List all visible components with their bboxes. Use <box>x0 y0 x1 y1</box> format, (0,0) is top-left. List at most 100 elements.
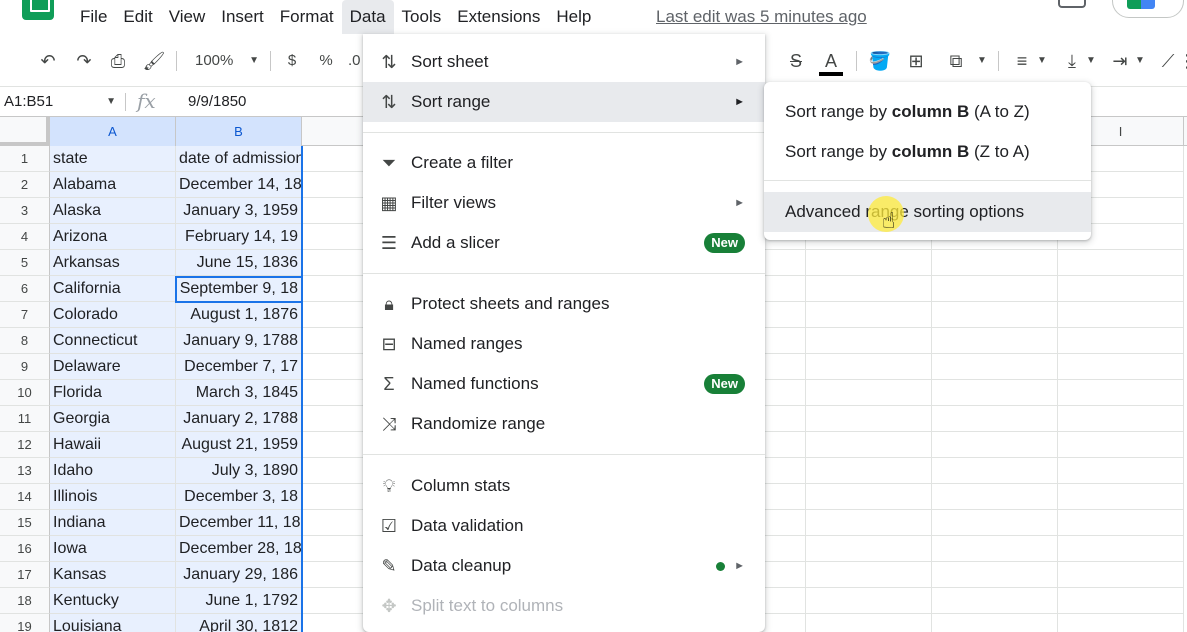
empty-cell[interactable] <box>1058 380 1184 406</box>
row-header[interactable]: 7 <box>0 302 50 328</box>
sheets-logo[interactable] <box>22 0 54 20</box>
cell-admission-date[interactable]: date of admission <box>176 146 304 172</box>
strikethrough-icon[interactable]: S <box>784 38 808 84</box>
cell-state[interactable]: Hawaii <box>50 432 176 458</box>
empty-cell[interactable] <box>806 614 932 632</box>
cell-admission-date[interactable]: December 14, 18 <box>176 172 302 198</box>
empty-cell[interactable] <box>1058 588 1184 614</box>
empty-cell[interactable] <box>932 302 1058 328</box>
menu-item-data-validation[interactable]: ☑ Data validation <box>363 506 765 546</box>
empty-cell[interactable] <box>1058 458 1184 484</box>
cell-state[interactable]: Kansas <box>50 562 176 588</box>
paint-format-icon[interactable]: 🖌 <box>140 38 168 84</box>
cell-admission-date[interactable]: July 3, 1890 <box>176 458 302 484</box>
menu-edit[interactable]: Edit <box>115 0 160 34</box>
empty-cell[interactable] <box>932 250 1058 276</box>
menu-item-sort-b-az[interactable]: Sort range by column B (A to Z) <box>764 92 1091 132</box>
column-header-b[interactable]: B <box>176 117 302 146</box>
menu-insert[interactable]: Insert <box>213 0 272 34</box>
empty-cell[interactable] <box>1058 250 1184 276</box>
empty-cell[interactable] <box>806 302 932 328</box>
cell-admission-date[interactable]: January 3, 1959 <box>176 198 302 224</box>
cell-admission-date[interactable]: March 3, 1845 <box>176 380 302 406</box>
cell-state[interactable]: Idaho <box>50 458 176 484</box>
menu-data[interactable]: Data <box>341 0 394 34</box>
empty-cell[interactable] <box>1058 432 1184 458</box>
row-header[interactable]: 2 <box>0 172 50 198</box>
last-edit-link[interactable]: Last edit was 5 minutes ago <box>656 0 867 34</box>
menu-item-add-slicer[interactable]: ☰ Add a slicer New <box>363 223 765 263</box>
cell-admission-date[interactable]: December 11, 18 <box>176 510 302 536</box>
empty-cell[interactable] <box>806 458 932 484</box>
empty-cell[interactable] <box>806 276 932 302</box>
menu-format[interactable]: Format <box>272 0 342 34</box>
empty-cell[interactable] <box>806 380 932 406</box>
row-header[interactable]: 1 <box>0 146 50 172</box>
cell-state[interactable]: Connecticut <box>50 328 176 354</box>
percent-format-button[interactable]: % <box>316 38 336 84</box>
row-header[interactable]: 16 <box>0 536 50 562</box>
empty-cell[interactable] <box>1058 484 1184 510</box>
cell-state[interactable]: Louisiana <box>50 614 176 632</box>
borders-icon[interactable]: ⊞ <box>902 38 930 84</box>
undo-icon[interactable]: ↶ <box>34 38 62 84</box>
empty-cell[interactable] <box>932 614 1058 632</box>
cell-admission-date[interactable]: August 21, 1959 <box>176 432 302 458</box>
empty-cell[interactable] <box>932 432 1058 458</box>
empty-cell[interactable] <box>806 562 932 588</box>
zoom-select[interactable]: 100% ▼ <box>183 47 263 75</box>
cell-state[interactable]: Arizona <box>50 224 176 250</box>
empty-cell[interactable] <box>806 510 932 536</box>
row-header[interactable]: 10 <box>0 380 50 406</box>
empty-cell[interactable] <box>806 432 932 458</box>
cell-admission-date[interactable]: December 7, 17 <box>176 354 302 380</box>
menu-file[interactable]: File <box>72 0 115 34</box>
row-header[interactable]: 8 <box>0 328 50 354</box>
cell-state[interactable]: Alaska <box>50 198 176 224</box>
menu-item-filter-views[interactable]: ▦ Filter views ► <box>363 183 765 223</box>
cell-state[interactable]: California <box>50 276 176 302</box>
formula-input[interactable]: 9/9/1850 <box>188 87 246 117</box>
empty-cell[interactable] <box>1058 614 1184 632</box>
cell-admission-date[interactable]: December 28, 18 <box>176 536 302 562</box>
more-icon[interactable]: ⋮ <box>1178 38 1187 84</box>
text-color-icon[interactable]: A <box>816 38 846 84</box>
cell-admission-date[interactable]: January 2, 1788 <box>176 406 302 432</box>
menu-item-named-functions[interactable]: Σ Named functions New <box>363 364 765 404</box>
empty-cell[interactable] <box>1058 510 1184 536</box>
name-box[interactable]: A1:B51 ▼ <box>0 87 122 117</box>
cell-admission-date[interactable]: December 3, 18 <box>176 484 302 510</box>
merge-cells-icon[interactable]: ⧉ <box>942 38 970 84</box>
cell-admission-date[interactable]: January 9, 1788 <box>176 328 302 354</box>
empty-cell[interactable] <box>932 458 1058 484</box>
row-header[interactable]: 19 <box>0 614 50 632</box>
empty-cell[interactable] <box>932 562 1058 588</box>
menu-item-column-stats[interactable]: 💡︎ Column stats <box>363 466 765 506</box>
empty-cell[interactable] <box>806 588 932 614</box>
empty-cell[interactable] <box>932 536 1058 562</box>
empty-cell[interactable] <box>806 328 932 354</box>
cell-state[interactable]: Georgia <box>50 406 176 432</box>
empty-cell[interactable] <box>932 354 1058 380</box>
vertical-align-icon[interactable]: ⤓ <box>1058 38 1086 84</box>
row-header[interactable]: 12 <box>0 432 50 458</box>
empty-cell[interactable] <box>1058 562 1184 588</box>
row-header[interactable]: 3 <box>0 198 50 224</box>
empty-cell[interactable] <box>806 406 932 432</box>
cell-state[interactable]: Iowa <box>50 536 176 562</box>
empty-cell[interactable] <box>932 588 1058 614</box>
redo-icon[interactable]: ↷ <box>70 38 98 84</box>
text-wrapping-icon[interactable]: ⇥ <box>1106 38 1134 84</box>
cell-admission-date[interactable]: February 14, 19 <box>176 224 302 250</box>
cell-state[interactable]: Alabama <box>50 172 176 198</box>
chevron-down-icon[interactable]: ▼ <box>1083 38 1099 84</box>
chevron-down-icon[interactable]: ▼ <box>972 38 992 84</box>
chevron-down-icon[interactable]: ▼ <box>1132 38 1148 84</box>
cell-state[interactable]: Florida <box>50 380 176 406</box>
cell-state[interactable]: Arkansas <box>50 250 176 276</box>
menu-item-sort-range[interactable]: ⇅ Sort range ► <box>363 82 765 122</box>
cell-state[interactable]: Indiana <box>50 510 176 536</box>
menu-tools[interactable]: Tools <box>394 0 450 34</box>
row-header[interactable]: 14 <box>0 484 50 510</box>
menu-item-advanced-sorting[interactable]: Advanced range sorting options <box>764 192 1091 232</box>
